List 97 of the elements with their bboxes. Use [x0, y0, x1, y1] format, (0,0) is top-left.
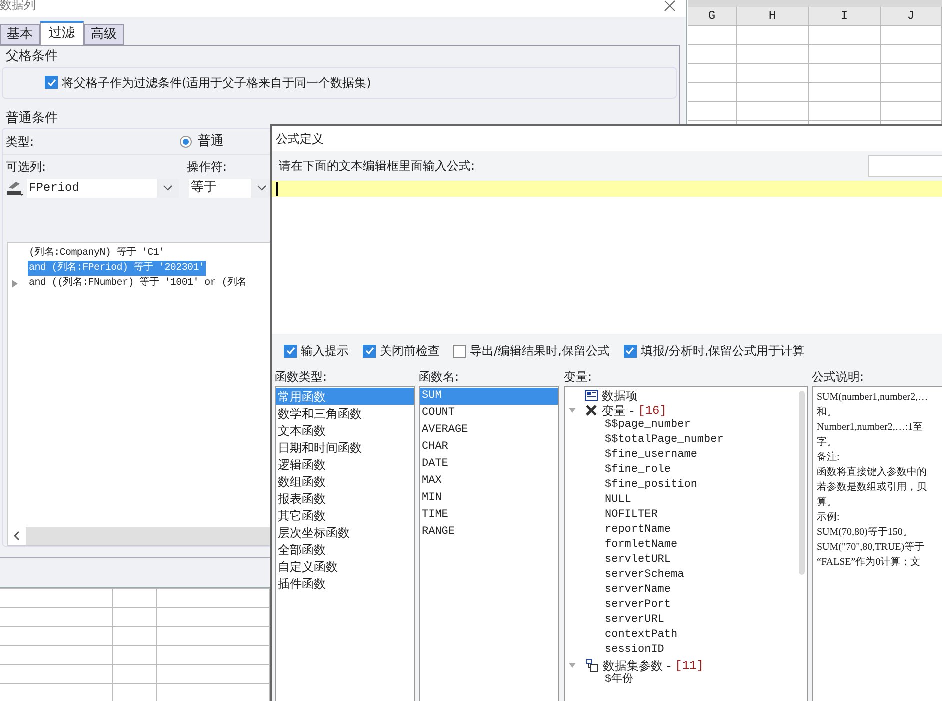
column-header[interactable]: I — [840, 7, 848, 25]
list-item[interactable]: 插件函数 — [276, 575, 414, 592]
tree-item[interactable]: 数据集参数 - [11] — [603, 656, 704, 674]
tab[interactable]: 过滤 — [40, 21, 84, 45]
list-item[interactable]: 自定义函数 — [276, 558, 414, 575]
field-label: 可选列: — [6, 159, 48, 176]
tree-item[interactable]: 数据项 — [602, 387, 638, 404]
scrollbar-thumb[interactable] — [799, 391, 805, 575]
list-item[interactable]: 数学和三角函数 — [276, 405, 414, 422]
column-label: 公式说明: — [812, 369, 864, 386]
tree-item[interactable]: serverPort — [605, 597, 672, 614]
description-text: 示例: — [817, 511, 841, 525]
description-text: 算。 — [817, 496, 838, 510]
description-text: 和。 — [817, 406, 838, 420]
description-text: Number1,number2,…:1至 — [817, 421, 924, 435]
list-item[interactable]: 报表函数 — [276, 490, 414, 507]
text-cursor — [276, 182, 278, 196]
column-header[interactable]: J — [907, 7, 915, 25]
column-label: 函数类型: — [275, 369, 328, 386]
checkbox-label: 将父格子作为过滤条件(适用于父子格来自于同一个数据集) — [62, 74, 372, 92]
radio-button[interactable] — [180, 136, 192, 148]
tree-item[interactable]: serverName — [605, 582, 672, 599]
checkbox[interactable] — [363, 344, 376, 358]
tree-item[interactable]: (列名:CompanyN) 等于 'C1' — [28, 246, 166, 261]
checkbox-label: 关闭前检查 — [380, 343, 440, 360]
checkbox[interactable] — [453, 344, 466, 358]
description-text: SUM("70",80,TRUE)等于 — [817, 541, 926, 555]
checkbox-label: 输入提示 — [301, 343, 349, 360]
column-label: 函数名: — [419, 369, 460, 386]
radio-label: 普通 — [198, 132, 224, 151]
field-label: 操作符: — [187, 159, 228, 176]
checkbox-label: 填报/分析时,保留公式用于计算 — [640, 343, 805, 360]
list-item[interactable]: AVERAGE — [420, 422, 558, 439]
tree-item[interactable]: $年份 — [605, 672, 634, 689]
list-item[interactable]: MIN — [420, 490, 558, 507]
description-text: SUM(number1,number2,… — [817, 391, 930, 405]
tree-item[interactable]: 变量 - [16] — [602, 402, 667, 420]
list-item[interactable]: 日期和时间函数 — [276, 439, 414, 456]
data-item-icon — [585, 390, 598, 401]
search-field[interactable] — [868, 155, 942, 177]
tree-item[interactable]: $fine_role — [605, 462, 672, 479]
tree-item[interactable]: serverSchema — [605, 567, 684, 584]
checkbox[interactable] — [284, 344, 297, 358]
field-label: 类型: — [6, 134, 36, 150]
list-item[interactable]: RANGE — [420, 524, 558, 541]
list-item[interactable]: COUNT — [420, 405, 558, 422]
collapse-icon[interactable] — [569, 408, 576, 413]
abc-type-icon[interactable] — [6, 179, 24, 197]
tab[interactable]: 基本 — [0, 24, 40, 45]
list-item[interactable]: DATE — [420, 456, 558, 473]
tree-item[interactable]: sessionID — [605, 642, 664, 659]
list-item[interactable]: 文本函数 — [276, 422, 414, 439]
tree-item[interactable]: formletName — [605, 537, 678, 554]
section-title: 普通条件 — [5, 110, 59, 128]
column-label: 变量: — [564, 369, 592, 386]
tree-item[interactable]: $$page_number — [605, 417, 691, 434]
checkbox-label: 导出/编辑结果时,保留公式 — [470, 343, 610, 360]
tree-item[interactable]: $fine_username — [605, 447, 698, 464]
description-text: SUM(70,80)等于150。 — [817, 526, 914, 540]
column-header[interactable]: G — [708, 7, 716, 25]
cross-icon — [585, 405, 598, 416]
description-text: “FALSE”作为0计算；文 — [817, 556, 922, 570]
window-title: 公式定义 — [276, 130, 324, 148]
description-text: 若参数是数组或引用，贝 — [817, 480, 928, 495]
parameter-icon — [585, 659, 599, 672]
tree-item[interactable]: servletURL — [605, 552, 672, 569]
expand-icon[interactable] — [12, 280, 18, 288]
tree-item[interactable]: $$totalPage_number — [605, 432, 724, 449]
list-item[interactable]: 全部函数 — [276, 541, 414, 558]
tree-item[interactable]: NOFILTER — [605, 507, 658, 524]
caret-icon[interactable] — [157, 178, 179, 198]
tree-item[interactable]: contextPath — [605, 627, 678, 644]
description-text: 函数将直接键入参数中的 — [817, 466, 928, 480]
tree-item[interactable]: NULL — [605, 492, 632, 509]
checkbox[interactable] — [624, 344, 637, 358]
section-title: 父格条件 — [5, 48, 59, 66]
description-text: 备注: — [817, 450, 841, 465]
tree-item[interactable]: reportName — [605, 522, 672, 539]
close-icon[interactable] — [664, 0, 676, 12]
list-item[interactable]: CHAR — [420, 439, 558, 456]
column-dropdown[interactable]: FPeriod — [27, 178, 179, 198]
list-item[interactable]: 数组函数 — [276, 473, 414, 490]
collapse-icon[interactable] — [569, 663, 576, 668]
list-item[interactable]: MAX — [420, 473, 558, 490]
checkbox[interactable] — [45, 76, 58, 89]
list-item[interactable]: 层次坐标函数 — [276, 524, 414, 541]
tree-item[interactable]: serverURL — [605, 612, 664, 629]
prompt-text: 请在下面的文本编辑框里面输入公式: — [279, 158, 476, 175]
operator-dropdown[interactable]: 等于 — [189, 178, 273, 198]
tab[interactable]: 高级 — [84, 24, 124, 45]
list-item[interactable]: 其它函数 — [276, 507, 414, 524]
list-item[interactable]: 逻辑函数 — [276, 456, 414, 473]
tree-item[interactable]: $fine_position — [605, 477, 698, 494]
column-header[interactable]: H — [768, 7, 776, 25]
list-item[interactable]: TIME — [420, 507, 558, 524]
description-text: 字。 — [817, 436, 838, 450]
tree-item[interactable]: and ((列名:FNumber) 等于 '1001' or (列名 — [28, 276, 248, 291]
